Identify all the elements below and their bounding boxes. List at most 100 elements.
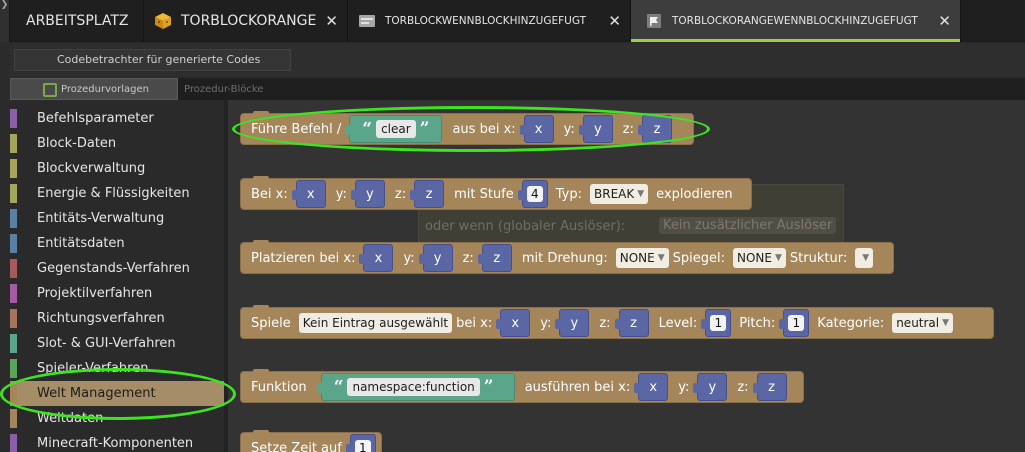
- time-value[interactable]: 1: [355, 440, 371, 452]
- category-color-swatch: [10, 334, 17, 353]
- category-item[interactable]: Weltdaten: [10, 406, 224, 431]
- var-x[interactable]: x: [359, 244, 394, 272]
- category-color-swatch: [10, 309, 17, 328]
- category-item[interactable]: Slot- & GUI-Verfahren: [10, 331, 224, 356]
- code-viewer-button[interactable]: Codebetrachter für generierte Codes: [14, 49, 291, 71]
- tab-label: TORBLOCKWENNBLOCKHINZUGEFUGT: [385, 15, 587, 27]
- execute-command-block[interactable]: Führe Befehl / “ clear ” aus bei x: x y:…: [240, 111, 694, 145]
- category-item[interactable]: Minecraft-Komponenten: [10, 431, 224, 452]
- category-color-swatch: [10, 209, 17, 228]
- text-input-block[interactable]: “ clear ”: [345, 115, 443, 143]
- number-input-block[interactable]: 1: [779, 309, 810, 337]
- palette-tabs: Prozedurvorlagen Prozedur-Blöcke durchsu…: [10, 78, 1025, 119]
- category-color-swatch: [10, 159, 17, 178]
- category-label: Welt Management: [37, 386, 156, 401]
- dropdown-arrow-icon: ▼: [774, 253, 782, 263]
- code-viewer-bar: Codebetrachter für generierte Codes: [10, 44, 1025, 76]
- text-input-block[interactable]: “ namespace:function ”: [316, 373, 515, 401]
- close-icon[interactable]: ✕: [325, 12, 338, 30]
- dropdown-arrow-icon: ▼: [862, 253, 870, 263]
- quote-close-icon: ”: [419, 119, 430, 139]
- command-text-field[interactable]: clear: [376, 120, 416, 138]
- level-value[interactable]: 1: [710, 315, 727, 331]
- sound-selector[interactable]: Kein Eintrag ausgewählt: [298, 313, 453, 333]
- category-item[interactable]: Gegenstands-Verfahren: [10, 256, 224, 281]
- category-color-swatch: [10, 259, 17, 278]
- category-color-swatch: [10, 409, 17, 428]
- var-z[interactable]: z: [614, 309, 649, 337]
- number-input-block[interactable]: 1: [345, 434, 376, 452]
- quote-open-icon: “: [362, 119, 373, 139]
- category-color-swatch: [10, 284, 17, 303]
- var-y[interactable]: y: [418, 244, 453, 272]
- tab-torblockorangewennblockhinzugefugt[interactable]: TORBLOCKORANGEWENNBLOCKHINZUGEFUGT ✕: [631, 0, 961, 42]
- block-workspace[interactable]: uf oder wenn (globaler Auslöser): Kein z…: [228, 100, 1025, 452]
- var-x[interactable]: x: [496, 309, 531, 337]
- category-sidebar: Befehlsparameter Block-Daten Blockverwaltu…: [10, 100, 224, 452]
- category-item[interactable]: Richtungsverfahren: [10, 306, 224, 331]
- side-panel-toggle[interactable]: ❯: [0, 0, 10, 42]
- tab-label: ARBEITSPLATZ: [26, 13, 129, 29]
- set-time-block[interactable]: Setze Zeit auf 1: [240, 430, 382, 452]
- category-label: Slot- & GUI-Verfahren: [37, 336, 176, 351]
- var-z[interactable]: z: [477, 244, 512, 272]
- play-sound-block[interactable]: Spiele Kein Eintrag ausgewählt bei x: x …: [240, 305, 994, 339]
- explosion-block[interactable]: Bei x: x y: y z: z mit Stufe 4 Typ: BREA…: [240, 176, 752, 210]
- var-x[interactable]: x: [519, 115, 554, 143]
- category-color-swatch: [10, 384, 17, 403]
- category-item[interactable]: Entitäts-Verwaltung: [10, 206, 224, 231]
- var-z[interactable]: z: [410, 180, 445, 208]
- number-input-block[interactable]: 1: [701, 309, 732, 337]
- var-x[interactable]: x: [291, 180, 326, 208]
- category-item[interactable]: Spieler-Verfahren: [10, 356, 224, 381]
- category-item[interactable]: Befehlsparameter: [10, 106, 224, 131]
- explosion-type-dropdown[interactable]: BREAK ▼: [590, 184, 649, 204]
- var-y[interactable]: y: [350, 180, 385, 208]
- close-icon[interactable]: ✕: [938, 12, 951, 30]
- tab-torblockwennblockhinzugefugt[interactable]: TORBLOCKWENNBLOCKHINZUGEFUGT ✕: [348, 0, 631, 42]
- procedure-icon: [647, 14, 661, 28]
- tab-procedure-templates[interactable]: Prozedurvorlagen: [10, 78, 178, 100]
- category-label: Spieler-Verfahren: [37, 361, 149, 376]
- tab-label: TORBLOCKORANGE: [181, 13, 317, 29]
- category-label: Blockverwaltung: [37, 161, 146, 176]
- function-text-field[interactable]: namespace:function: [347, 378, 480, 396]
- dropdown-arrow-icon: ▼: [942, 318, 950, 328]
- category-color-swatch: [10, 234, 17, 253]
- rotation-dropdown[interactable]: NONE ▼: [615, 248, 669, 268]
- category-label: Entitäts-Verwaltung: [37, 211, 165, 226]
- var-y[interactable]: y: [555, 309, 590, 337]
- tab-label: Prozedurvorlagen: [61, 84, 149, 95]
- pitch-value[interactable]: 1: [788, 315, 805, 331]
- number-input-block[interactable]: 4: [517, 180, 548, 208]
- var-y[interactable]: y: [578, 115, 613, 143]
- category-item[interactable]: Projektilverfahren: [10, 281, 224, 306]
- category-label: Energie & Flüssigkeiten: [37, 186, 190, 201]
- category-item[interactable]: Entitätsdaten: [10, 231, 224, 256]
- category-item[interactable]: Energie & Flüssigkeiten: [10, 181, 224, 206]
- structure-dropdown[interactable]: ▼: [855, 248, 874, 268]
- category-item[interactable]: Welt Management: [10, 381, 224, 406]
- category-label: Befehlsparameter: [37, 111, 154, 126]
- var-y[interactable]: y: [693, 373, 728, 401]
- template-icon: [43, 83, 57, 97]
- tab-search-procedure-blocks[interactable]: Prozedur-Blöcke durchsuchen: [180, 78, 320, 119]
- category-label: Richtungsverfahren: [37, 311, 165, 326]
- run-function-block[interactable]: Funktion “ namespace:function ” ausführe…: [240, 369, 804, 403]
- dropdown-arrow-icon: ▼: [657, 253, 665, 263]
- dropdown-arrow-icon: ▼: [637, 189, 645, 199]
- sound-category-dropdown[interactable]: neutral ▼: [892, 313, 954, 333]
- var-z[interactable]: z: [752, 373, 787, 401]
- tab-label: TORBLOCKORANGEWENNBLOCKHINZUGEFUGT: [672, 15, 918, 27]
- level-value[interactable]: 4: [526, 186, 543, 202]
- place-structure-block[interactable]: Platzieren bei x: x y: y z: z mit Drehun…: [240, 240, 894, 274]
- category-item[interactable]: Blockverwaltung: [10, 156, 224, 181]
- var-z[interactable]: z: [638, 115, 673, 143]
- var-x[interactable]: x: [634, 373, 669, 401]
- close-icon[interactable]: ✕: [608, 12, 621, 30]
- tab-workspace[interactable]: ARBEITSPLATZ: [11, 0, 144, 42]
- block-icon: [155, 13, 171, 29]
- tab-torblockorange[interactable]: TORBLOCKORANGE ✕: [144, 0, 348, 42]
- category-item[interactable]: Block-Daten: [10, 131, 224, 156]
- mirror-dropdown[interactable]: NONE ▼: [733, 248, 786, 268]
